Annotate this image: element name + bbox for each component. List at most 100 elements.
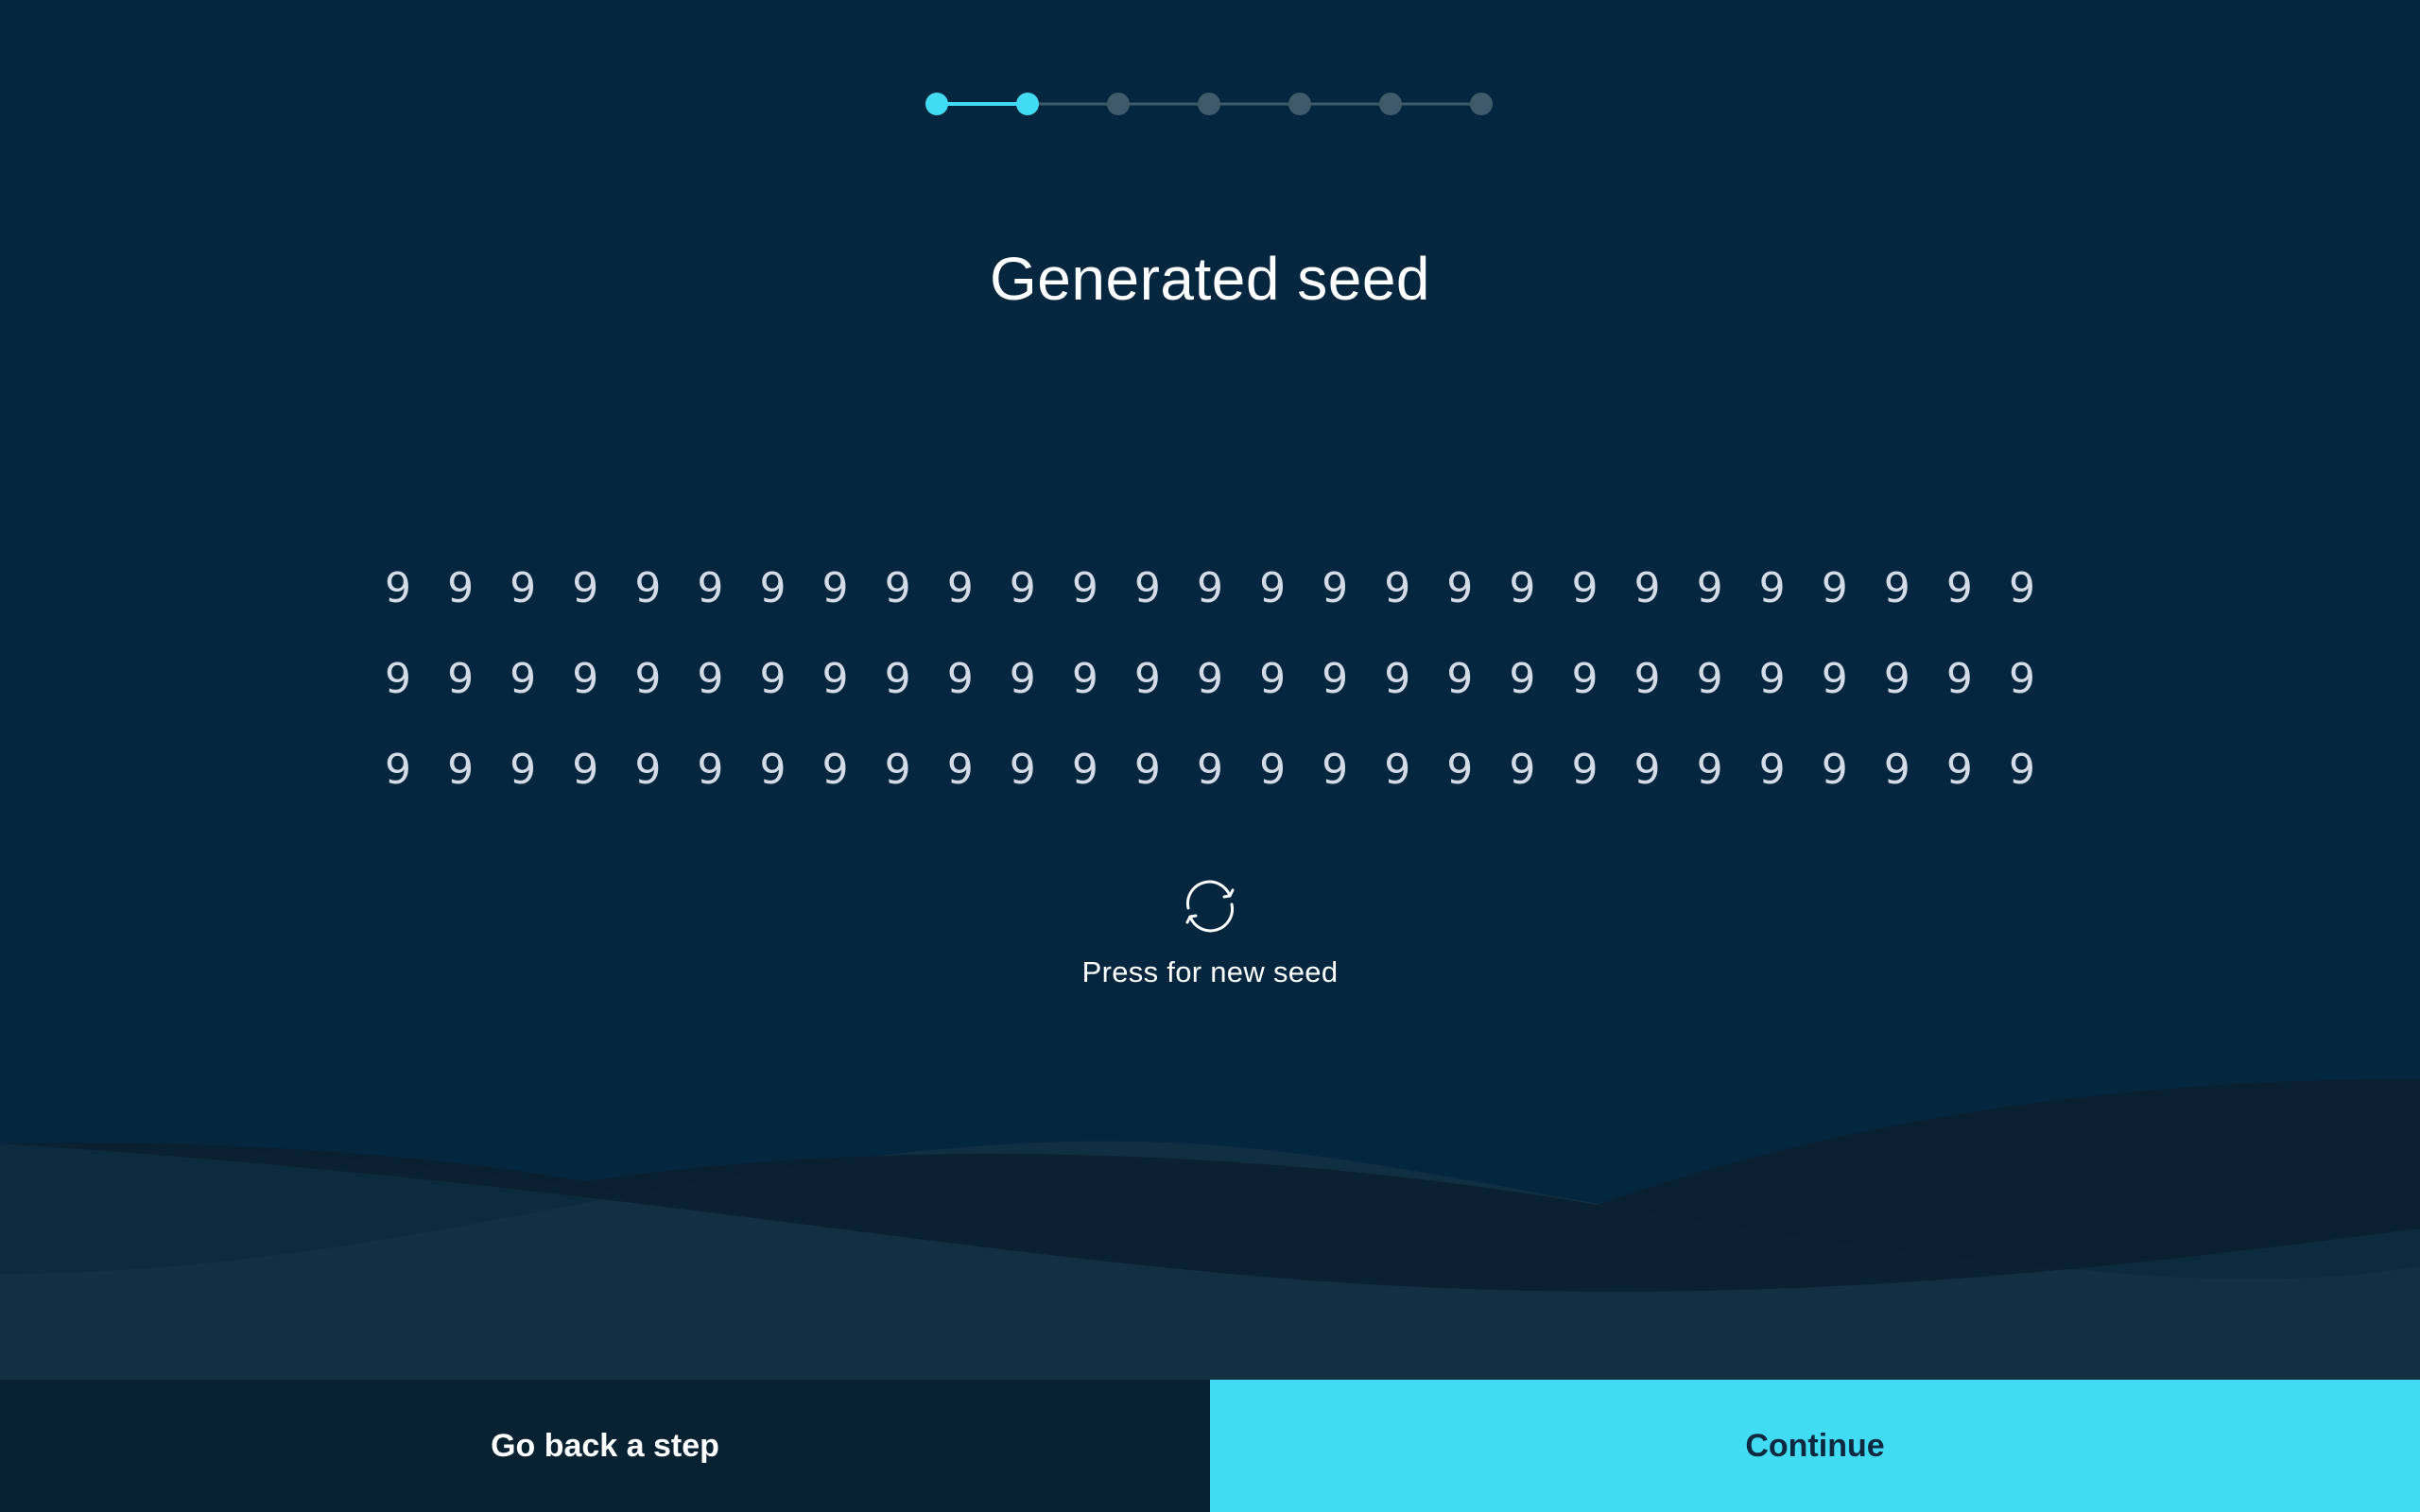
stepper-step-4 [1198, 93, 1220, 115]
seed-character[interactable]: 9 [367, 634, 429, 725]
seed-character[interactable]: 9 [1179, 543, 1241, 634]
seed-character[interactable]: 9 [1241, 543, 1304, 634]
seed-character[interactable]: 9 [804, 543, 867, 634]
seed-character[interactable]: 9 [429, 634, 492, 725]
seed-character[interactable]: 9 [1116, 725, 1179, 816]
seed-character[interactable]: 9 [679, 725, 741, 816]
seed-character[interactable]: 9 [367, 543, 429, 634]
seed-character[interactable]: 9 [1741, 725, 1804, 816]
seed-character[interactable]: 9 [929, 725, 992, 816]
seed-character[interactable]: 9 [1241, 725, 1304, 816]
stepper-track [925, 93, 1493, 115]
seed-character[interactable]: 9 [1928, 725, 1991, 816]
seed-character[interactable]: 9 [992, 725, 1054, 816]
seed-character[interactable]: 9 [1991, 543, 2053, 634]
go-back-button[interactable]: Go back a step [0, 1380, 1210, 1512]
seed-grid: 9999999999999999999999999999999999999999… [367, 543, 2053, 816]
seed-character[interactable]: 9 [929, 543, 992, 634]
seed-character[interactable]: 9 [616, 725, 679, 816]
seed-character[interactable]: 9 [992, 543, 1054, 634]
seed-character[interactable]: 9 [867, 725, 929, 816]
seed-character[interactable]: 9 [616, 543, 679, 634]
seed-character[interactable]: 9 [554, 634, 616, 725]
seed-character[interactable]: 9 [1054, 634, 1116, 725]
seed-character[interactable]: 9 [867, 543, 929, 634]
seed-character[interactable]: 9 [367, 725, 429, 816]
seed-character[interactable]: 9 [1679, 543, 1741, 634]
seed-character[interactable]: 9 [1616, 725, 1678, 816]
seed-character[interactable]: 9 [1866, 634, 1928, 725]
seed-character[interactable]: 9 [804, 725, 867, 816]
seed-character[interactable]: 9 [679, 634, 741, 725]
seed-character[interactable]: 9 [1679, 634, 1741, 725]
new-seed-button[interactable]: Press for new seed [1068, 874, 1352, 1016]
seed-character[interactable]: 9 [741, 725, 804, 816]
seed-character[interactable]: 9 [1179, 634, 1241, 725]
seed-character[interactable]: 9 [1428, 543, 1491, 634]
seed-character[interactable]: 9 [1491, 543, 1553, 634]
seed-character[interactable]: 9 [429, 543, 492, 634]
seed-character[interactable]: 9 [1928, 634, 1991, 725]
seed-character[interactable]: 9 [1179, 725, 1241, 816]
seed-character[interactable]: 9 [1804, 543, 1866, 634]
seed-character[interactable]: 9 [1054, 725, 1116, 816]
seed-character[interactable]: 9 [1741, 543, 1804, 634]
seed-character[interactable]: 9 [1491, 725, 1553, 816]
seed-character[interactable]: 9 [992, 634, 1054, 725]
seed-character[interactable]: 9 [1054, 543, 1116, 634]
seed-character[interactable]: 9 [1866, 543, 1928, 634]
seed-character[interactable]: 9 [741, 634, 804, 725]
seed-character[interactable]: 9 [1741, 634, 1804, 725]
seed-character[interactable]: 9 [741, 543, 804, 634]
continue-button[interactable]: Continue [1210, 1380, 2420, 1512]
seed-character[interactable]: 9 [429, 725, 492, 816]
seed-character[interactable]: 9 [804, 634, 867, 725]
decorative-waves [0, 1078, 2420, 1380]
seed-character[interactable]: 9 [867, 634, 929, 725]
seed-character[interactable]: 9 [492, 725, 554, 816]
seed-character[interactable]: 9 [1804, 725, 1866, 816]
page-title: Generated seed [990, 245, 1430, 313]
seed-character[interactable]: 9 [1866, 725, 1928, 816]
seed-character[interactable]: 9 [1304, 543, 1366, 634]
stepper-step-6 [1379, 93, 1402, 115]
seed-character[interactable]: 9 [1553, 725, 1616, 816]
seed-character[interactable]: 9 [679, 543, 741, 634]
seed-character[interactable]: 9 [1304, 725, 1366, 816]
refresh-icon [1185, 880, 1235, 933]
seed-character[interactable]: 9 [1366, 543, 1428, 634]
seed-character[interactable]: 9 [1116, 543, 1179, 634]
seed-character[interactable]: 9 [1491, 634, 1553, 725]
seed-character[interactable]: 9 [1304, 634, 1366, 725]
seed-character[interactable]: 9 [929, 634, 992, 725]
seed-character[interactable]: 9 [1553, 634, 1616, 725]
seed-character[interactable]: 9 [1928, 543, 1991, 634]
seed-character[interactable]: 9 [492, 634, 554, 725]
seed-character[interactable]: 9 [1553, 543, 1616, 634]
seed-character[interactable]: 9 [554, 725, 616, 816]
seed-character[interactable]: 9 [1616, 543, 1678, 634]
stepper-step-2 [1016, 93, 1039, 115]
footer-actions: Go back a step Continue [0, 1380, 2420, 1512]
seed-character[interactable]: 9 [1991, 725, 2053, 816]
seed-character[interactable]: 9 [1991, 634, 2053, 725]
seed-character[interactable]: 9 [1241, 634, 1304, 725]
seed-character[interactable]: 9 [616, 634, 679, 725]
stepper-step-3 [1107, 93, 1130, 115]
seed-character[interactable]: 9 [492, 543, 554, 634]
progress-stepper [0, 77, 2420, 130]
seed-character[interactable]: 9 [1679, 725, 1741, 816]
stepper-step-1 [925, 93, 948, 115]
seed-character[interactable]: 9 [1366, 634, 1428, 725]
new-seed-label: Press for new seed [1081, 955, 1339, 988]
seed-character[interactable]: 9 [554, 543, 616, 634]
stepper-step-5 [1288, 93, 1311, 115]
seed-character[interactable]: 9 [1616, 634, 1678, 725]
seed-character[interactable]: 9 [1428, 634, 1491, 725]
stepper-step-7 [1470, 93, 1493, 115]
seed-character[interactable]: 9 [1116, 634, 1179, 725]
seed-character[interactable]: 9 [1804, 634, 1866, 725]
seed-character[interactable]: 9 [1366, 725, 1428, 816]
seed-character[interactable]: 9 [1428, 725, 1491, 816]
app-window: Generated seed 9999999999999999999999999… [0, 0, 2420, 1512]
